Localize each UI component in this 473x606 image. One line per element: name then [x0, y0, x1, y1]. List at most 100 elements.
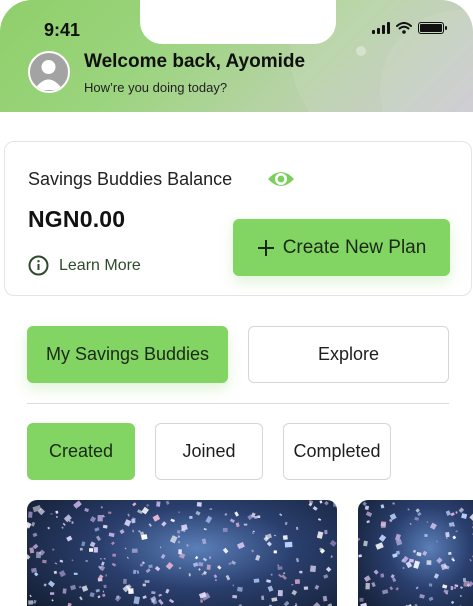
confetti-piece [237, 545, 240, 548]
confetti-piece [139, 563, 143, 567]
confetti-piece [294, 579, 301, 585]
confetti-piece [47, 526, 51, 530]
confetti-piece [124, 547, 127, 550]
confetti-piece [414, 516, 419, 521]
confetti-piece [56, 516, 58, 518]
confetti-piece [390, 574, 395, 579]
confetti-piece [316, 531, 324, 539]
confetti-piece [146, 503, 150, 507]
confetti-piece [71, 559, 74, 562]
header-decoration [356, 46, 366, 56]
confetti-piece [28, 511, 33, 518]
confetti-piece [196, 502, 202, 507]
confetti-piece [295, 557, 300, 563]
confetti-piece [419, 594, 425, 599]
welcome-subtitle: How’re you doing today? [84, 80, 228, 95]
plan-card[interactable] [358, 500, 473, 606]
filter-joined[interactable]: Joined [155, 423, 263, 480]
confetti-piece [81, 585, 89, 592]
confetti-piece [381, 589, 389, 595]
user-avatar-icon[interactable] [28, 51, 70, 93]
confetti-piece [380, 504, 385, 509]
confetti-piece [359, 597, 364, 602]
confetti-piece [271, 597, 278, 602]
confetti-piece [291, 589, 298, 596]
create-new-plan-button[interactable]: Create New Plan [233, 219, 450, 276]
confetti-piece [380, 521, 387, 527]
confetti-piece [295, 526, 299, 530]
confetti-piece [213, 574, 218, 579]
confetti-piece [266, 579, 272, 583]
confetti-piece [50, 513, 53, 515]
confetti-piece [100, 557, 102, 560]
confetti-piece [209, 508, 213, 511]
confetti-piece [358, 537, 361, 542]
info-icon [28, 255, 49, 276]
confetti-piece [78, 585, 82, 589]
confetti-piece [267, 585, 274, 592]
confetti-piece [31, 521, 36, 527]
confetti-piece [161, 521, 167, 527]
confetti-piece [136, 570, 140, 574]
confetti-piece [324, 500, 329, 506]
confetti-piece [436, 557, 443, 564]
confetti-piece [32, 599, 37, 604]
confetti-piece [100, 505, 104, 509]
confetti-piece [270, 573, 273, 576]
confetti-piece [366, 520, 370, 524]
confetti-piece [224, 512, 228, 517]
welcome-title: Welcome back, Ayomide [84, 51, 306, 72]
confetti-piece [85, 559, 88, 563]
eye-icon[interactable] [267, 168, 295, 190]
balance-label: Savings Buddies Balance [28, 169, 233, 189]
tab-explore[interactable]: Explore [248, 326, 449, 383]
confetti-piece [448, 551, 452, 556]
confetti-piece [142, 595, 147, 600]
confetti-piece [325, 566, 332, 573]
confetti-piece [277, 590, 283, 597]
confetti-piece [228, 562, 232, 566]
confetti-piece [29, 594, 32, 598]
confetti-piece [158, 593, 162, 597]
learn-more-link[interactable]: Learn More [28, 255, 141, 276]
confetti-piece [51, 599, 54, 602]
confetti-piece [101, 561, 105, 566]
confetti-piece [278, 573, 283, 578]
confetti-piece [54, 562, 58, 565]
confetti-piece [312, 602, 321, 606]
confetti-piece [284, 521, 288, 526]
confetti-piece [200, 599, 203, 603]
confetti-piece [124, 519, 132, 527]
confetti-piece [243, 523, 248, 526]
filter-created[interactable]: Created [27, 423, 135, 480]
confetti-piece [389, 586, 394, 591]
confetti-piece [168, 598, 175, 604]
confetti-piece [375, 542, 384, 550]
confetti-piece [89, 516, 97, 523]
confetti-piece [142, 583, 146, 587]
tab-my-savings-buddies[interactable]: My Savings Buddies [27, 326, 228, 383]
confetti-piece [450, 600, 455, 605]
confetti-piece [108, 511, 112, 514]
confetti-piece [178, 549, 182, 555]
confetti-piece [309, 565, 317, 573]
confetti-piece [279, 513, 283, 517]
confetti-piece [169, 535, 178, 544]
confetti-piece [119, 529, 125, 535]
device-notch [140, 0, 336, 44]
confetti-piece [32, 543, 39, 550]
confetti-piece [469, 558, 472, 562]
plan-card[interactable] [27, 500, 337, 606]
confetti-piece [195, 510, 201, 516]
confetti-piece [253, 578, 260, 583]
confetti-image [27, 500, 337, 606]
confetti-piece [452, 535, 457, 540]
confetti-piece [428, 583, 433, 587]
filter-completed[interactable]: Completed [283, 423, 391, 480]
confetti-piece [415, 508, 420, 513]
confetti-piece [371, 582, 376, 588]
confetti-piece [178, 511, 181, 514]
confetti-piece [392, 502, 395, 505]
confetti-piece [453, 587, 457, 589]
confetti-piece [111, 562, 117, 567]
